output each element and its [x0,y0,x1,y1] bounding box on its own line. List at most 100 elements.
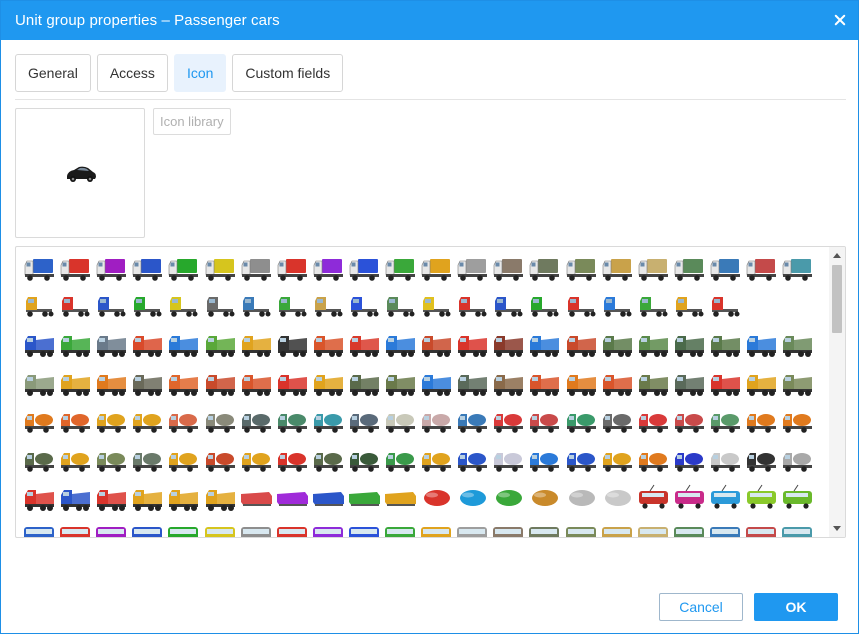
vehicle-icon[interactable] [744,253,778,283]
vehicle-icon[interactable] [275,446,309,476]
vehicle-icon[interactable] [455,369,489,399]
vehicle-icon[interactable] [275,330,309,360]
icon-library-button[interactable]: Icon library [153,108,231,135]
bus-icon[interactable] [311,523,345,539]
vehicle-icon[interactable] [708,292,742,322]
vehicle-icon[interactable] [166,484,200,514]
vehicle-icon[interactable] [130,369,164,399]
bus-icon[interactable] [600,523,634,539]
vehicle-icon[interactable] [311,369,345,399]
vehicle-icon[interactable] [636,253,670,283]
vehicle-icon[interactable] [708,446,742,476]
vehicle-icon[interactable] [780,330,814,360]
vehicle-icon[interactable] [383,292,417,322]
vehicle-icon[interactable] [239,407,273,437]
cancel-button[interactable]: Cancel [659,593,743,621]
bus-icon[interactable] [239,523,273,539]
bus-icon[interactable] [275,523,309,539]
vehicle-icon[interactable] [744,330,778,360]
vehicle-icon[interactable] [22,446,56,476]
vehicle-icon[interactable] [419,407,453,437]
vehicle-icon[interactable] [239,484,273,514]
vehicle-icon[interactable] [564,330,598,360]
bus-icon[interactable] [564,523,598,539]
vehicle-icon[interactable] [94,369,128,399]
vehicle-icon[interactable] [347,484,381,514]
vehicle-icon[interactable] [275,253,309,283]
vehicle-icon[interactable] [564,253,598,283]
vehicle-icon[interactable] [347,407,381,437]
vehicle-icon[interactable] [311,330,345,360]
vehicle-icon[interactable] [419,484,453,514]
tab-general[interactable]: General [15,54,91,92]
vehicle-icon[interactable] [672,330,706,360]
vehicle-icon[interactable] [347,369,381,399]
vehicle-icon[interactable] [58,330,92,360]
vehicle-icon[interactable] [166,330,200,360]
bus-icon[interactable] [58,523,92,539]
vehicle-icon[interactable] [636,407,670,437]
vehicle-icon[interactable] [58,407,92,437]
vehicle-icon[interactable] [22,292,56,322]
vehicle-icon[interactable] [383,446,417,476]
close-icon[interactable] [832,12,848,28]
vehicle-icon[interactable] [600,330,634,360]
vehicle-icon[interactable] [383,407,417,437]
vehicle-icon[interactable] [600,446,634,476]
vehicle-icon[interactable] [636,484,670,514]
vehicle-icon[interactable] [455,407,489,437]
vehicle-icon[interactable] [491,484,525,514]
vehicle-icon[interactable] [166,369,200,399]
vehicle-icon[interactable] [419,292,453,322]
vehicle-icon[interactable] [130,407,164,437]
vehicle-icon[interactable] [383,484,417,514]
bus-icon[interactable] [94,523,128,539]
vehicle-icon[interactable] [94,330,128,360]
vehicle-icon[interactable] [527,330,561,360]
tab-icon[interactable]: Icon [173,54,227,92]
vehicle-icon[interactable] [527,253,561,283]
bus-icon[interactable] [491,523,525,539]
icon-grid-scrollbar[interactable] [829,247,845,537]
vehicle-icon[interactable] [564,446,598,476]
vehicle-icon[interactable] [744,484,778,514]
vehicle-icon[interactable] [780,446,814,476]
vehicle-icon[interactable] [744,407,778,437]
vehicle-icon[interactable] [94,484,128,514]
bus-icon[interactable] [527,523,561,539]
vehicle-icon[interactable] [275,292,309,322]
vehicle-icon[interactable] [275,484,309,514]
vehicle-icon[interactable] [672,253,706,283]
vehicle-icon[interactable] [672,484,706,514]
vehicle-icon[interactable] [130,253,164,283]
vehicle-icon[interactable] [130,484,164,514]
vehicle-icon[interactable] [672,407,706,437]
vehicle-icon[interactable] [347,292,381,322]
vehicle-icon[interactable] [491,369,525,399]
vehicle-icon[interactable] [347,446,381,476]
vehicle-icon[interactable] [203,292,237,322]
vehicle-icon[interactable] [564,369,598,399]
vehicle-icon[interactable] [203,407,237,437]
vehicle-icon[interactable] [672,292,706,322]
vehicle-icon[interactable] [203,369,237,399]
vehicle-icon[interactable] [419,369,453,399]
vehicle-icon[interactable] [455,484,489,514]
vehicle-icon[interactable] [419,446,453,476]
vehicle-icon[interactable] [600,407,634,437]
vehicle-icon[interactable] [166,253,200,283]
vehicle-icon[interactable] [636,292,670,322]
bus-icon[interactable] [419,523,453,539]
vehicle-icon[interactable] [203,330,237,360]
bus-icon[interactable] [166,523,200,539]
vehicle-icon[interactable] [527,369,561,399]
vehicle-icon[interactable] [239,330,273,360]
vehicle-icon[interactable] [419,330,453,360]
vehicle-icon[interactable] [239,292,273,322]
vehicle-icon[interactable] [672,446,706,476]
vehicle-icon[interactable] [600,484,634,514]
bus-icon[interactable] [708,523,742,539]
vehicle-icon[interactable] [130,446,164,476]
scroll-up-icon[interactable] [833,253,841,258]
vehicle-icon[interactable] [455,330,489,360]
